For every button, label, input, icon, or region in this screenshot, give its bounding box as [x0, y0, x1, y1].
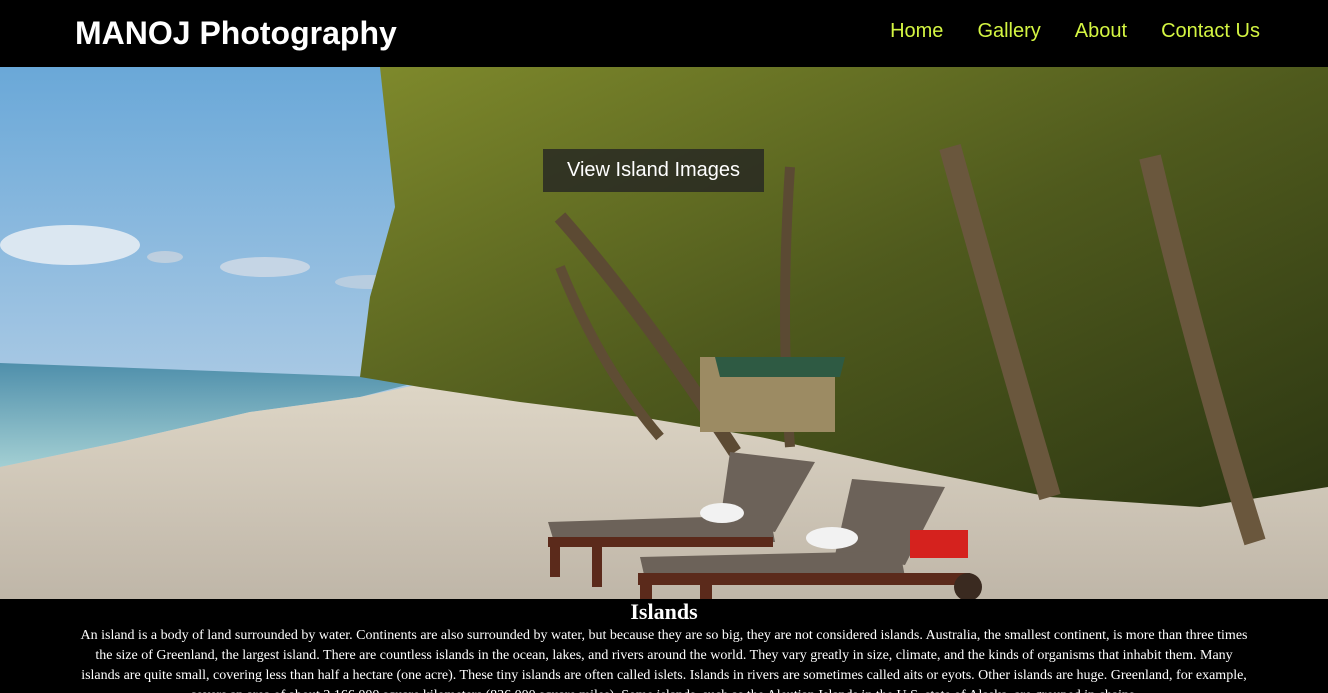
article-section: Islands An island is a body of land surr… [0, 599, 1328, 693]
hero-image: View Island Images [0, 67, 1328, 599]
site-brand[interactable]: MANOJ Photography [75, 14, 397, 52]
navbar: MANOJ Photography Home Gallery About Con… [0, 0, 1328, 67]
view-island-images-button[interactable]: View Island Images [543, 149, 764, 192]
article-body: An island is a body of land surrounded b… [80, 628, 1248, 693]
nav-links: Home Gallery About Contact Us [890, 18, 1260, 44]
nav-link-home[interactable]: Home [890, 18, 943, 44]
beach-scene-image [0, 67, 1328, 599]
nav-link-contact-us[interactable]: Contact Us [1161, 18, 1260, 44]
nav-link-gallery[interactable]: Gallery [977, 18, 1040, 44]
nav-link-about[interactable]: About [1075, 18, 1127, 44]
article-title: Islands [630, 599, 698, 624]
